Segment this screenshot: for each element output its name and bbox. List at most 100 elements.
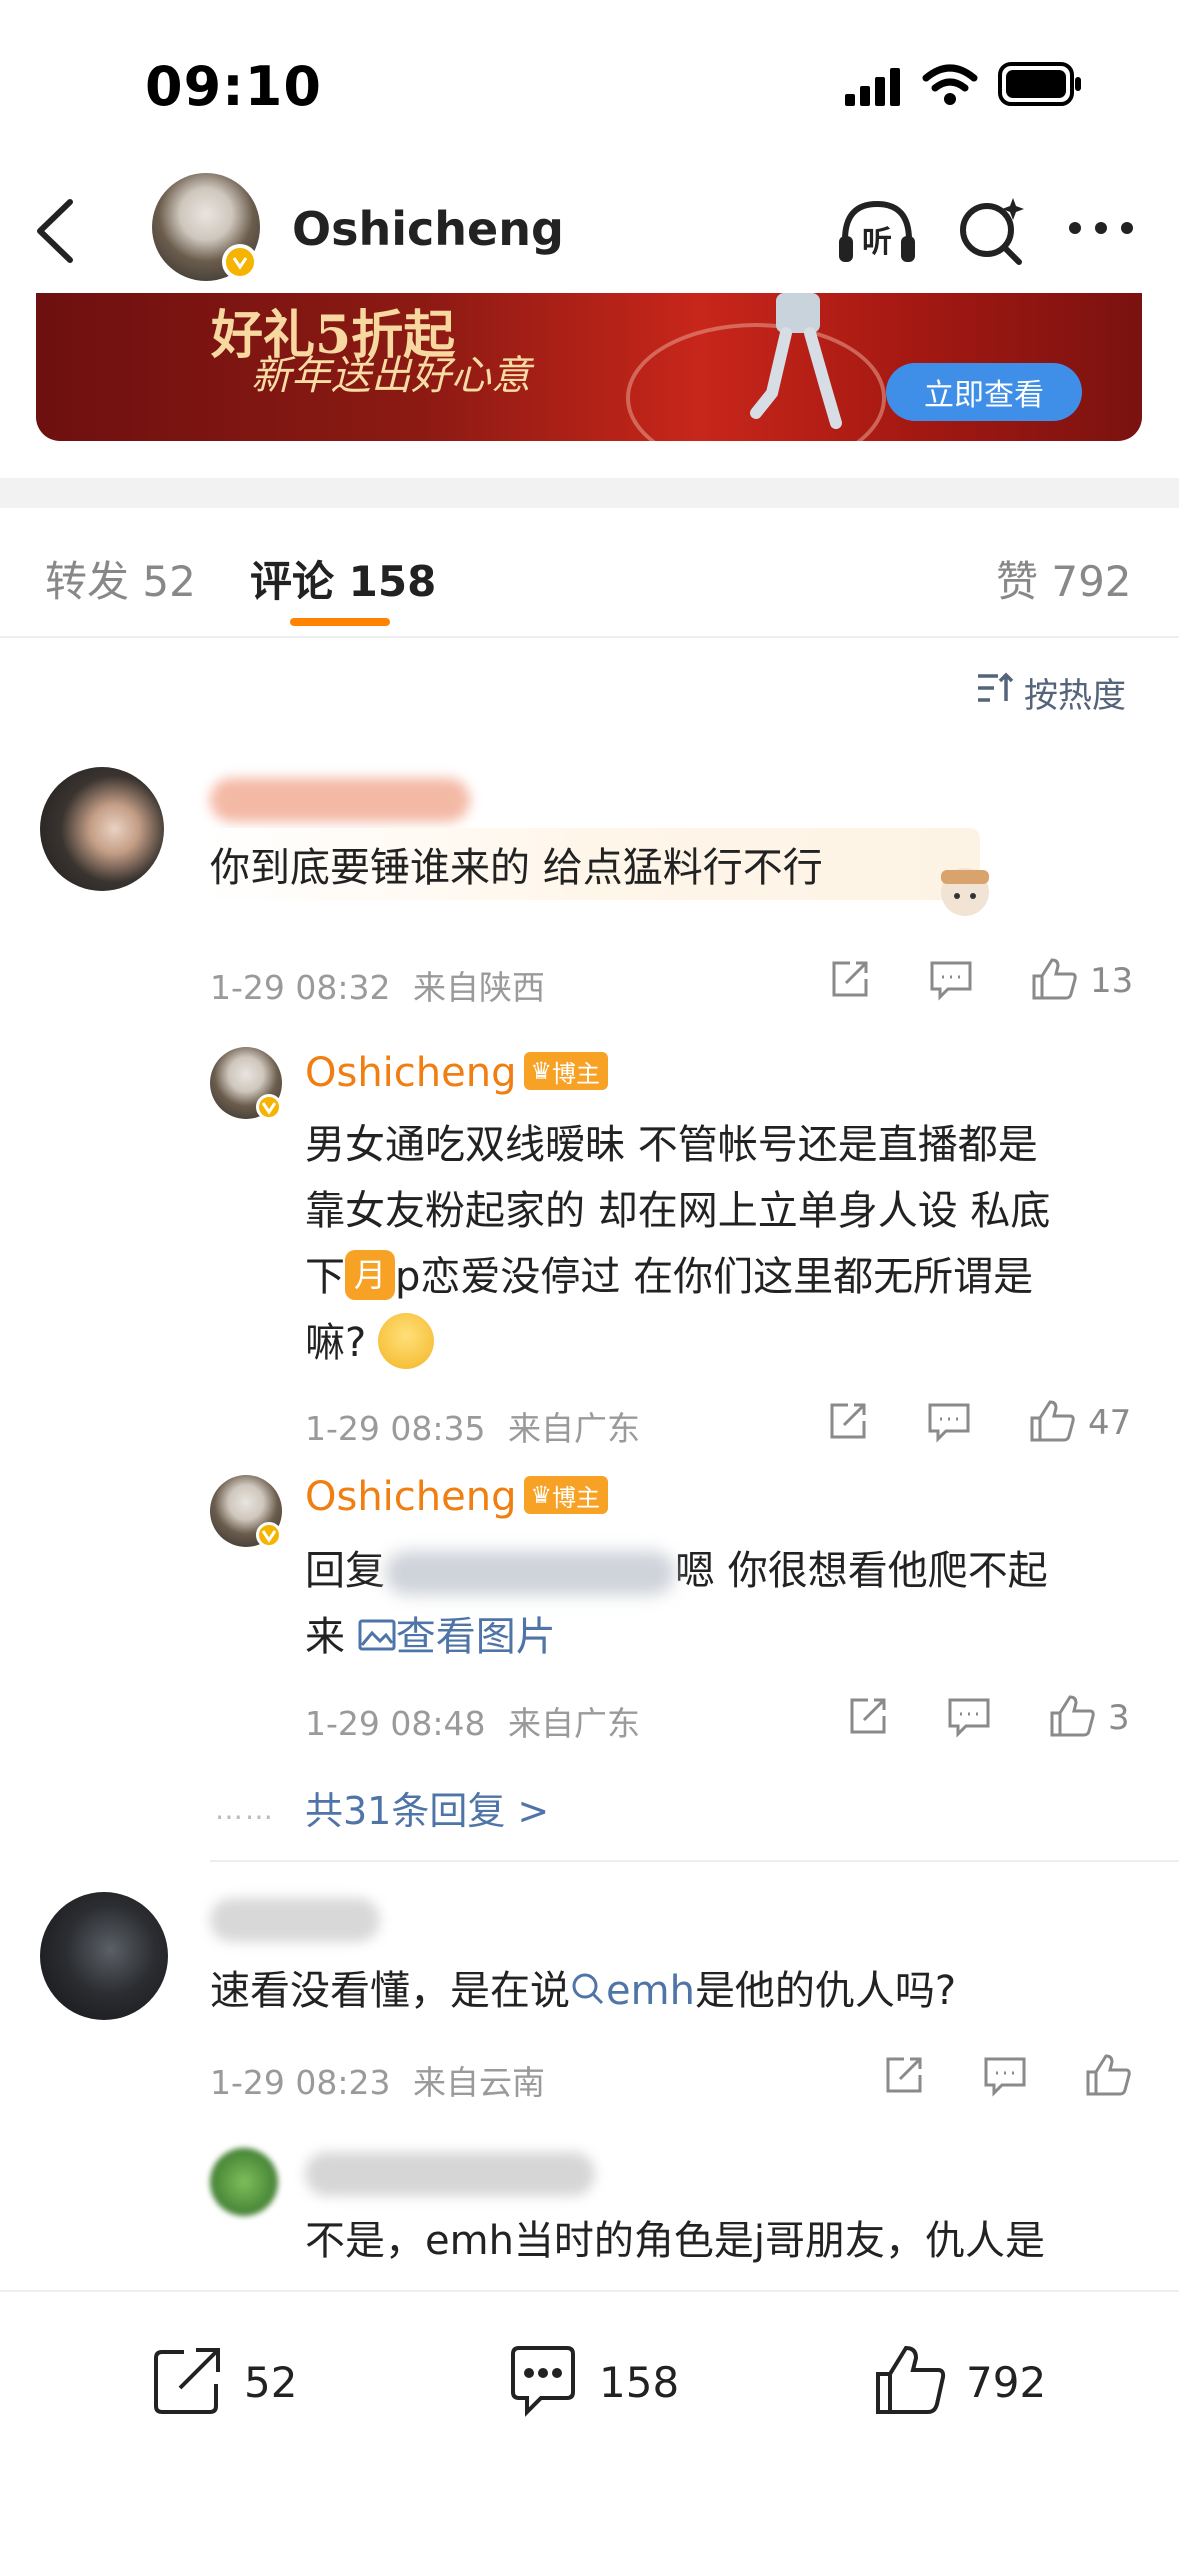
reply-text-line: 嘛? <box>305 1310 1050 1376</box>
robot-figure-icon <box>736 293 856 437</box>
reply-author[interactable]: Oshicheng ♛ 博主 <box>305 1050 608 1096</box>
like-count: 13 <box>1090 961 1134 1001</box>
month-badge-icon: 月 <box>345 1250 395 1300</box>
like-button[interactable]: 792 <box>872 2342 1046 2422</box>
reply-text-fragment: p恋爱没停过 在你们这里都无所谓是 <box>395 1254 1034 1300</box>
like-icon[interactable] <box>1048 1693 1096 1743</box>
mention-link[interactable]: emh <box>570 1968 695 2014</box>
comment-actions <box>882 2052 1132 2102</box>
reply-text: 不是，emh当时的角色是j哥朋友，仇人是 <box>305 2218 1046 2264</box>
comment-text: 你到底要锤谁来的 给点猛料行不行 <box>210 845 823 891</box>
page-title[interactable]: Oshicheng <box>292 202 564 256</box>
sort-button[interactable]: 按热度 <box>976 668 1126 717</box>
sort-label: 按热度 <box>1024 676 1126 716</box>
more-replies-link[interactable]: 共31条回复 > <box>305 1780 549 1835</box>
blogger-badge-label: 博主 <box>552 1059 600 1088</box>
sticker-icon <box>925 858 1005 932</box>
comment-location: 来自云南 <box>413 2063 545 2102</box>
verified-badge-icon <box>222 244 258 280</box>
crown-icon: ♛ <box>530 1057 552 1085</box>
share-icon[interactable] <box>846 1694 890 1742</box>
like-icon[interactable] <box>1030 956 1078 1006</box>
comment-location: 来自陕西 <box>413 968 545 1007</box>
tab-comments[interactable]: 评论 158 <box>250 548 436 609</box>
reply-avatar[interactable] <box>210 2148 278 2216</box>
tab-reposts[interactable]: 转发 52 <box>45 548 196 609</box>
share-icon[interactable] <box>828 957 872 1005</box>
commenter-avatar[interactable] <box>40 767 164 891</box>
blogger-badge-label: 博主 <box>552 1483 600 1512</box>
commenter-name-blurred <box>210 778 470 822</box>
reply-text-line: 来 查看图片 <box>305 1604 1048 1670</box>
mention-label: emh <box>606 1968 695 2014</box>
reply-time: 1-29 08:48 <box>305 1704 486 1743</box>
like-count: 792 <box>966 2357 1047 2407</box>
search-icon[interactable] <box>955 194 1027 270</box>
promo-banner[interactable]: 好礼5折起 新年送出好心意 立即查看 <box>36 293 1142 441</box>
reply-icon[interactable] <box>982 2053 1028 2101</box>
reply-text-line: 回复 嗯 你很想看他爬不起 <box>305 1538 1048 1604</box>
comment-text: 速看没看懂，是在说 emh是他的仇人吗? <box>210 1958 956 2024</box>
like-icon[interactable] <box>1028 1398 1076 1448</box>
blogger-badge: ♛ 博主 <box>524 1052 608 1090</box>
battery-icon <box>998 62 1082 110</box>
comment-divider <box>210 1860 1179 1862</box>
share-icon[interactable] <box>882 2053 926 2101</box>
reply-text-line: 靠女友粉起家的 却在网上立单身人设 私底 <box>305 1188 1051 1234</box>
clock: 09:10 <box>145 55 322 118</box>
view-image-label: 查看图片 <box>395 1614 556 1660</box>
reply-text-line: 下月 p恋爱没停过 在你们这里都无所谓是 <box>305 1244 1050 1310</box>
verified-badge-icon <box>256 1094 282 1120</box>
reply-icon[interactable] <box>946 1694 992 1742</box>
verified-badge-icon <box>256 1522 282 1548</box>
reply-text-fragment: 嗯 你很想看他爬不起 <box>675 1548 1048 1594</box>
view-now-button[interactable]: 立即查看 <box>886 363 1082 421</box>
reply-icon[interactable] <box>928 957 974 1005</box>
wifi-icon <box>922 64 978 110</box>
tab-likes[interactable]: 赞 792 <box>996 548 1132 609</box>
awkward-smile-emoji-icon <box>378 1313 435 1369</box>
reply-location: 来自广东 <box>508 1409 640 1448</box>
comment-time: 1-29 08:32 <box>210 968 391 1007</box>
reply-icon[interactable] <box>926 1399 972 1447</box>
blogger-badge: ♛ 博主 <box>524 1476 608 1514</box>
signal-icon <box>845 68 903 110</box>
comment-button[interactable]: 158 <box>505 2342 679 2422</box>
more-replies-dots: ⋯⋯ <box>215 1800 275 1833</box>
like-icon <box>872 2342 948 2422</box>
comment-meta: 1-29 08:32 来自陕西 <box>210 961 545 1009</box>
reply-author-blurred <box>305 2152 595 2196</box>
search-icon <box>572 1973 604 2005</box>
reply-text-fragment: 回复 <box>305 1548 385 1594</box>
view-image-link[interactable]: 查看图片 <box>358 1614 556 1660</box>
comment-actions: 13 <box>828 956 1133 1006</box>
reply-text-fragment: 嘛? <box>305 1320 367 1366</box>
repost-button[interactable]: 52 <box>150 2342 297 2422</box>
reply-text-fragment: 来 <box>305 1614 345 1660</box>
sort-icon <box>976 671 1016 714</box>
commenter-avatar[interactable] <box>40 1892 168 2020</box>
like-count: 3 <box>1108 1698 1130 1738</box>
status-bar: 09:10 <box>0 0 1179 160</box>
like-icon[interactable] <box>1084 2052 1132 2102</box>
tab-bar: 转发 52 评论 158 赞 792 <box>0 508 1179 638</box>
reply-author[interactable]: Oshicheng ♛ 博主 <box>305 1474 608 1520</box>
share-icon[interactable] <box>826 1399 870 1447</box>
reply-time: 1-29 08:35 <box>305 1409 486 1448</box>
back-icon[interactable] <box>32 198 76 268</box>
mentioned-user-blurred[interactable] <box>385 1551 675 1595</box>
comment-text-fragment: 是他的仇人吗? <box>694 1968 957 2014</box>
reply-actions: 3 <box>846 1693 1130 1743</box>
listen-icon[interactable]: 听 <box>835 196 919 272</box>
reply-text-line: 男女通吃双线暧昧 不管帐号还是直播都是 <box>305 1122 1038 1168</box>
section-divider <box>0 478 1179 508</box>
reply-author-name: Oshicheng <box>305 1474 517 1520</box>
more-icon[interactable] <box>1068 220 1134 239</box>
reply-meta: 1-29 08:48 来自广东 <box>305 1697 640 1745</box>
bottom-action-bar: 52 158 792 <box>0 2290 1179 2556</box>
repost-icon <box>150 2342 226 2422</box>
comment-meta: 1-29 08:23 来自云南 <box>210 2056 545 2104</box>
reply-author-name: Oshicheng <box>305 1050 517 1096</box>
like-count: 47 <box>1088 1403 1132 1443</box>
crown-icon: ♛ <box>530 1481 552 1509</box>
